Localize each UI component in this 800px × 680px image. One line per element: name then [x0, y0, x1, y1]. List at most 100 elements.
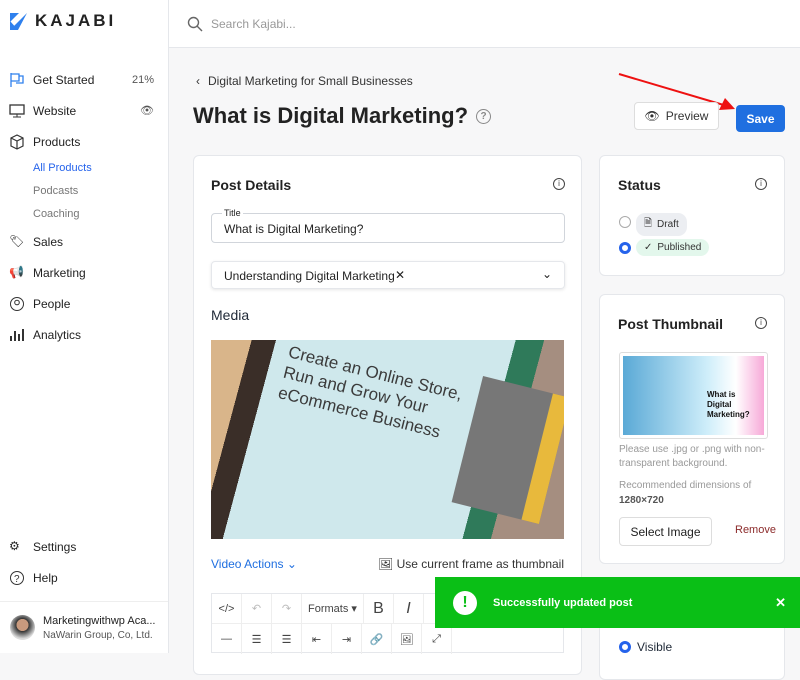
search-bar[interactable]: Search Kajabi... — [169, 0, 800, 48]
status-published-radio[interactable] — [619, 242, 631, 254]
brand-name: KAJABI — [35, 11, 117, 30]
category-value: Understanding Digital Marketing — [224, 269, 395, 283]
label: Video Actions — [211, 557, 284, 571]
user-profile[interactable]: Marketingwithwp Aca... NaWarin Group, Co,… — [0, 601, 168, 653]
indent-icon[interactable]: ⇥ — [332, 624, 362, 654]
info-icon[interactable]: i — [755, 178, 767, 190]
published-badge[interactable]: ✓ Published — [636, 239, 710, 256]
recommended-label: Recommended dimensions of — [619, 480, 752, 491]
preview-button[interactable]: 👁 Preview — [634, 102, 719, 130]
card-heading: Post Thumbnail — [618, 316, 723, 332]
sidebar-item-analytics[interactable]: Analytics — [0, 319, 168, 350]
avatar — [10, 615, 35, 640]
sidebar-item-products[interactable]: Products — [0, 126, 168, 157]
label: Formats — [308, 602, 349, 615]
thumbnail-text: What is Digital Marketing? — [707, 390, 750, 419]
user-circle-icon — [9, 296, 25, 312]
progress-badge: 21% — [131, 73, 154, 86]
post-thumbnail-card: Post Thumbnail i What is Digital Marketi… — [599, 294, 785, 564]
toast-message: Successfully updated post — [493, 596, 633, 609]
label: Products — [33, 134, 81, 149]
thumbnail-image: What is Digital Marketing? — [619, 352, 768, 439]
visible-label: Visible — [637, 640, 673, 654]
info-icon[interactable]: i — [755, 317, 767, 329]
label: People — [33, 296, 71, 311]
title-text: What is Digital Marketing? — [193, 103, 469, 128]
visible-radio[interactable] — [619, 641, 631, 653]
sidebar-item-settings[interactable]: ⚙ Settings — [0, 531, 168, 562]
sidebar-item-get-started[interactable]: Get Started 21% — [0, 64, 168, 95]
sidebar-subitem-all-products[interactable]: All Products — [0, 157, 168, 180]
category-select[interactable]: Understanding Digital Marketing ✕ ⌄ — [211, 261, 565, 289]
use-frame-button[interactable]: 🖼 Use current frame as thumbnail — [378, 557, 564, 571]
tag-icon: 🏷 — [9, 233, 25, 248]
calculator-graphic — [451, 376, 564, 524]
undo-icon[interactable]: ↶ — [242, 594, 272, 623]
flag-icon — [9, 72, 25, 88]
svg-text:?: ? — [14, 574, 20, 585]
info-icon[interactable]: i — [553, 178, 565, 190]
redo-icon[interactable]: ↷ — [272, 594, 302, 623]
sidebar-item-website[interactable]: Website 👁 — [0, 95, 168, 126]
thumbnail-hint: Please use .jpg or .png with non-transpa… — [619, 444, 765, 469]
title-label: Title — [222, 208, 243, 218]
image-icon[interactable]: 🖼 — [392, 624, 422, 654]
close-icon[interactable]: ✕ — [775, 595, 786, 611]
card-heading: Status — [618, 177, 661, 193]
status-card: Status i 🗎 Draft ✓ Published — [599, 155, 785, 276]
bold-icon[interactable]: B — [364, 594, 394, 623]
exclamation-icon: ! — [453, 590, 477, 615]
recommended-dims: 1280×720 — [619, 495, 664, 506]
eye-icon: 👁 — [644, 109, 660, 123]
remove-button[interactable]: Remove — [735, 524, 776, 536]
sidebar-item-marketing[interactable]: 📢 Marketing — [0, 257, 168, 288]
numbered-list-icon[interactable]: ☰ — [272, 624, 302, 654]
bullet-list-icon[interactable]: ☰ — [242, 624, 272, 654]
search-input[interactable]: Search Kajabi... — [211, 17, 296, 31]
label: Preview — [665, 109, 709, 123]
sidebar-item-sales[interactable]: 🏷 Sales — [0, 226, 168, 257]
help-icon: ? — [9, 570, 25, 586]
chevron-left-icon: ‹ — [196, 74, 200, 88]
title-field[interactable]: Title What is Digital Marketing? — [211, 208, 565, 243]
box-icon — [9, 133, 25, 150]
eye-icon[interactable]: 👁 — [140, 104, 154, 117]
kajabi-logo[interactable]: KAJABI — [10, 11, 116, 31]
media-video[interactable]: Create an Online Store, Run and Grow Your… — [211, 340, 564, 539]
card-heading: Post Details — [211, 177, 292, 193]
label: Website — [33, 103, 77, 118]
horizontal-rule-icon[interactable]: — — [212, 624, 242, 654]
page-title: What is Digital Marketing?? — [193, 103, 492, 129]
monitor-icon — [9, 103, 25, 119]
label: Analytics — [33, 327, 82, 342]
code-icon[interactable]: </> — [212, 594, 242, 623]
user-name: Marketingwithwp Aca... — [43, 614, 156, 627]
label: Use current frame as thumbnail — [396, 557, 564, 571]
sidebar-subitem-coaching[interactable]: Coaching — [0, 203, 168, 226]
sidebar-subitem-podcasts[interactable]: Podcasts — [0, 180, 168, 203]
document-icon: 🗎 — [644, 218, 653, 229]
chevron-down-icon[interactable]: ⌄ — [542, 267, 552, 281]
formats-dropdown[interactable]: Formats ▾ — [302, 594, 364, 623]
status-draft-radio[interactable] — [619, 216, 631, 228]
video-actions-dropdown[interactable]: Video Actions ⌄ — [211, 557, 297, 571]
help-icon[interactable]: ? — [476, 108, 492, 124]
breadcrumb[interactable]: ‹ Digital Marketing for Small Businesses — [196, 74, 413, 88]
megaphone-icon: 📢 — [9, 264, 24, 279]
outdent-icon[interactable]: ⇤ — [302, 624, 332, 654]
success-toast: ! Successfully updated post ✕ — [435, 577, 800, 628]
sidebar-item-help[interactable]: ? Help — [0, 562, 168, 593]
clear-icon[interactable]: ✕ — [395, 268, 405, 282]
label: Get Started — [33, 72, 95, 87]
media-heading: Media — [211, 307, 250, 323]
italic-icon[interactable]: I — [394, 594, 424, 623]
chevron-down-icon: ⌄ — [286, 557, 297, 571]
select-image-button[interactable]: Select Image — [619, 517, 712, 546]
sidebar-item-people[interactable]: People — [0, 288, 168, 319]
label: Marketing — [33, 265, 86, 280]
draft-badge[interactable]: 🗎 Draft — [636, 213, 687, 236]
link-icon[interactable]: 🔗 — [362, 624, 392, 654]
label: Help — [33, 570, 58, 585]
fullscreen-icon[interactable]: ⤢ — [422, 624, 452, 654]
save-button[interactable]: Save — [736, 105, 785, 132]
